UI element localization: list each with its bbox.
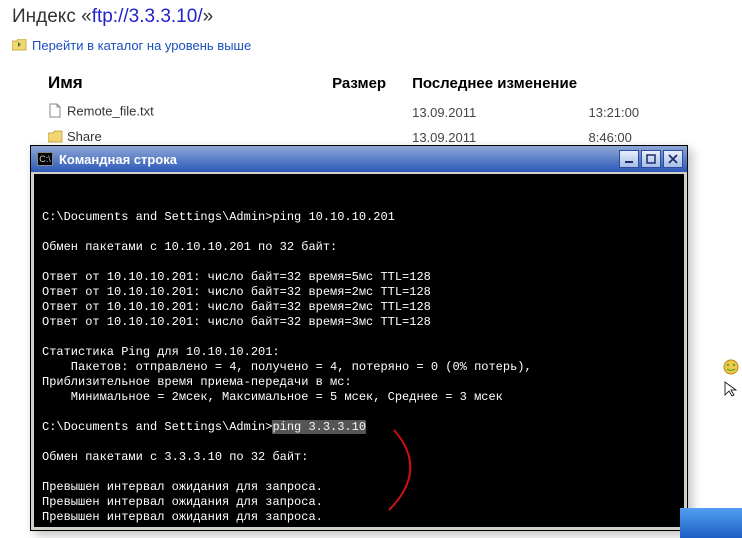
table-row[interactable]: Remote_file.txt 13.09.201113:21:00 bbox=[42, 99, 732, 125]
tray-icon[interactable] bbox=[722, 358, 740, 376]
cmd-line: Приблизительное время приема-передачи в … bbox=[42, 375, 676, 390]
ftp-index-page: Индекс «ftp://3.3.3.10/» Перейти в катал… bbox=[0, 0, 742, 150]
cmd-line: Превышен интервал ожидания для запроса. bbox=[42, 495, 676, 510]
desktop-tray-area bbox=[722, 358, 740, 398]
parent-directory-link[interactable]: Перейти в каталог на уровень выше bbox=[12, 38, 730, 53]
cmd-line: Превышен интервал ожидания для запроса. bbox=[42, 480, 676, 495]
cmd-line: Пакетов: отправлено = 4, получено = 4, п… bbox=[42, 360, 676, 375]
cmd-line bbox=[42, 225, 676, 240]
cmd-line: Превышен интервал ожидания для запроса. bbox=[42, 525, 676, 530]
command-prompt-window[interactable]: C:\ Командная строка C:\Documents and Se… bbox=[30, 145, 688, 531]
cmd-line bbox=[42, 435, 676, 450]
cmd-line bbox=[42, 405, 676, 420]
folder-icon bbox=[48, 130, 63, 146]
cmd-line: Ответ от 10.10.10.201: число байт=32 вре… bbox=[42, 300, 676, 315]
file-time: 13:21:00 bbox=[559, 99, 733, 125]
title-url: ftp://3.3.3.10/ bbox=[92, 6, 203, 27]
cmd-line: Обмен пакетами с 3.3.3.10 по 32 байт: bbox=[42, 450, 676, 465]
cmd-line: Ответ от 10.10.10.201: число байт=32 вре… bbox=[42, 270, 676, 285]
close-icon bbox=[668, 154, 678, 164]
cmd-titlebar[interactable]: C:\ Командная строка bbox=[31, 146, 687, 172]
col-header-modified[interactable]: Последнее изменение bbox=[406, 71, 732, 99]
cmd-line: Ответ от 10.10.10.201: число байт=32 вре… bbox=[42, 315, 676, 330]
cmd-line: Статистика Ping для 10.10.10.201: bbox=[42, 345, 676, 360]
cmd-output-area[interactable]: C:\Documents and Settings\Admin>ping 10.… bbox=[31, 172, 687, 530]
cmd-line bbox=[42, 330, 676, 345]
file-icon bbox=[48, 103, 63, 121]
cmd-line bbox=[42, 465, 676, 480]
cmd-line bbox=[42, 255, 676, 270]
cmd-line: Ответ от 10.10.10.201: число байт=32 вре… bbox=[42, 285, 676, 300]
cmd-line: C:\Documents and Settings\Admin>ping 10.… bbox=[42, 210, 676, 225]
folder-up-icon bbox=[12, 39, 27, 52]
file-date: 13.09.2011 bbox=[406, 99, 558, 125]
tray-cursor-icon[interactable] bbox=[722, 380, 740, 398]
minimize-button[interactable] bbox=[619, 150, 639, 168]
minimize-icon bbox=[624, 154, 634, 164]
cmd-line: Минимальное = 2мсек, Максимальное = 5 мс… bbox=[42, 390, 676, 405]
parent-link-text[interactable]: Перейти в каталог на уровень выше bbox=[32, 38, 251, 53]
col-header-name[interactable]: Имя bbox=[42, 71, 259, 99]
cmd-app-icon: C:\ bbox=[37, 152, 53, 166]
cmd-window-title: Командная строка bbox=[59, 152, 617, 167]
maximize-icon bbox=[646, 154, 656, 164]
file-listing-table: Имя Размер Последнее изменение Remote_fi… bbox=[42, 71, 732, 150]
title-prefix: Индекс « bbox=[12, 6, 92, 27]
col-header-size[interactable]: Размер bbox=[259, 71, 406, 99]
file-name: Remote_file.txt bbox=[67, 103, 154, 118]
file-name: Share bbox=[67, 129, 102, 144]
page-title: Индекс «ftp://3.3.3.10/» bbox=[12, 6, 730, 28]
highlighted-command: ping 3.3.3.10 bbox=[272, 420, 366, 434]
close-button[interactable] bbox=[663, 150, 683, 168]
maximize-button[interactable] bbox=[641, 150, 661, 168]
cmd-line: Обмен пакетами с 10.10.10.201 по 32 байт… bbox=[42, 240, 676, 255]
cmd-line: C:\Documents and Settings\Admin>ping 3.3… bbox=[42, 420, 676, 435]
title-suffix: » bbox=[203, 6, 214, 27]
cmd-line: Превышен интервал ожидания для запроса. bbox=[42, 510, 676, 525]
taskbar[interactable] bbox=[680, 508, 742, 538]
